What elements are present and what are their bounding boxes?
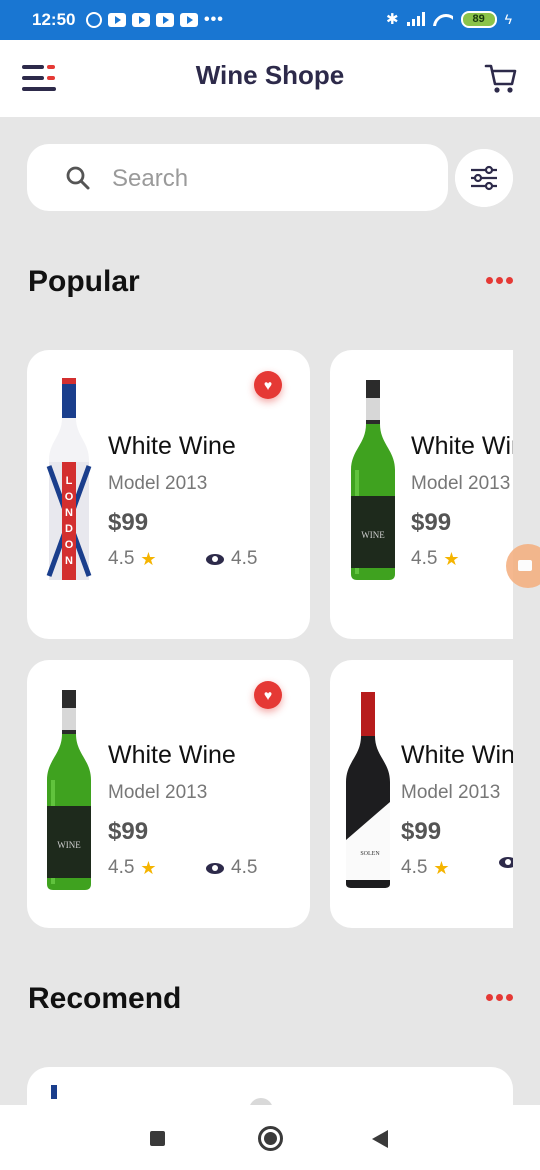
- youtube-notification-icon: [132, 13, 150, 27]
- status-bar: 12:50 ••• ✱ 89 ϟ: [0, 0, 540, 40]
- product-card[interactable]: WINE White Wine Model 2013 $99 4.5 ★: [330, 350, 513, 639]
- vodka-bottle-image: L O N D O N: [46, 378, 92, 580]
- product-name: White Wine: [108, 432, 236, 460]
- product-price: $99: [108, 818, 149, 845]
- system-navigation-bar: [0, 1105, 540, 1170]
- product-views: [499, 857, 513, 868]
- filter-icon[interactable]: [455, 149, 513, 207]
- home-icon[interactable]: [258, 1126, 283, 1151]
- eye-icon: [206, 862, 224, 874]
- product-card[interactable]: L O N D O N ♥ White Wine Model 2013 $99 …: [27, 350, 310, 639]
- heart-icon[interactable]: ♥: [254, 681, 282, 709]
- more-icon[interactable]: [486, 994, 513, 1001]
- eye-icon: [499, 857, 513, 868]
- svg-text:O: O: [65, 491, 74, 503]
- heart-icon[interactable]: ♥: [254, 371, 282, 399]
- youtube-notification-icon: [156, 13, 174, 27]
- alarm-icon: [86, 12, 102, 28]
- search-input[interactable]: Search: [27, 144, 448, 211]
- star-icon: ★: [433, 857, 450, 878]
- signal-icon: [406, 12, 425, 26]
- bluetooth-icon: ✱: [386, 11, 399, 28]
- rating-value: 4.5: [401, 857, 428, 878]
- recent-apps-icon[interactable]: [150, 1131, 165, 1146]
- product-views: 4.5: [206, 857, 257, 879]
- product-rating: 4.5 ★: [108, 857, 157, 879]
- product-name: White Wine: [411, 432, 513, 460]
- youtube-notification-icon: [108, 13, 126, 27]
- product-rating: 4.5 ★: [108, 548, 157, 570]
- app-bar: Wine Shope: [0, 40, 540, 117]
- product-model: Model 2013: [108, 782, 208, 803]
- more-icon[interactable]: [486, 277, 513, 284]
- product-price: $99: [411, 509, 452, 536]
- charging-icon: ϟ: [504, 11, 512, 27]
- search-icon: [66, 166, 90, 190]
- views-value: 4.5: [231, 857, 258, 878]
- status-time: 12:50: [32, 10, 76, 29]
- product-card[interactable]: WINE ♥ White Wine Model 2013 $99 4.5 ★ 4…: [27, 660, 310, 928]
- more-notifications-icon: •••: [204, 11, 224, 28]
- bottle-thumbnail: [51, 1085, 57, 1099]
- red-wine-bottle-image: SOLEN: [346, 692, 390, 888]
- svg-text:SOLEN: SOLEN: [360, 851, 380, 857]
- eye-icon: [206, 553, 224, 565]
- status-notification-icons: •••: [86, 11, 224, 29]
- star-icon: ★: [140, 548, 157, 569]
- cart-icon[interactable]: [484, 62, 518, 96]
- product-model: Model 2013: [411, 473, 511, 494]
- youtube-notification-icon: [180, 13, 198, 27]
- green-wine-bottle-image: WINE: [47, 690, 91, 890]
- product-model: Model 2013: [401, 782, 501, 803]
- svg-text:O: O: [65, 539, 74, 551]
- svg-text:N: N: [65, 507, 73, 519]
- product-card[interactable]: SOLEN White Wine Model 2013 $99 4.5 ★: [330, 660, 513, 928]
- product-name: White Wine: [401, 741, 513, 769]
- status-system-icons: ✱ 89 ϟ: [386, 10, 512, 28]
- svg-text:N: N: [65, 555, 73, 567]
- svg-text:WINE: WINE: [361, 530, 385, 540]
- rating-value: 4.5: [108, 548, 135, 569]
- rating-value: 4.5: [108, 857, 135, 878]
- product-rating: 4.5 ★: [401, 857, 450, 879]
- svg-text:D: D: [65, 523, 73, 535]
- back-icon[interactable]: [372, 1130, 388, 1148]
- section-title-recommend: Recomend: [28, 982, 182, 1015]
- svg-text:L: L: [66, 475, 73, 487]
- green-wine-bottle-image: WINE: [351, 380, 395, 580]
- product-views: 4.5: [206, 548, 257, 570]
- star-icon: ★: [443, 548, 460, 569]
- battery-icon: 89: [460, 10, 497, 28]
- search-placeholder: Search: [112, 165, 189, 192]
- rating-value: 4.5: [411, 548, 438, 569]
- product-rating: 4.5 ★: [411, 548, 460, 570]
- app-title: Wine Shope: [195, 60, 345, 90]
- product-name: White Wine: [108, 741, 236, 769]
- product-model: Model 2013: [108, 473, 208, 494]
- product-price: $99: [108, 509, 149, 536]
- svg-text:WINE: WINE: [57, 840, 81, 850]
- section-title-popular: Popular: [28, 265, 140, 298]
- product-price: $99: [401, 818, 442, 845]
- views-value: 4.5: [231, 548, 258, 569]
- wifi-icon: [433, 12, 453, 26]
- star-icon: ★: [140, 857, 157, 878]
